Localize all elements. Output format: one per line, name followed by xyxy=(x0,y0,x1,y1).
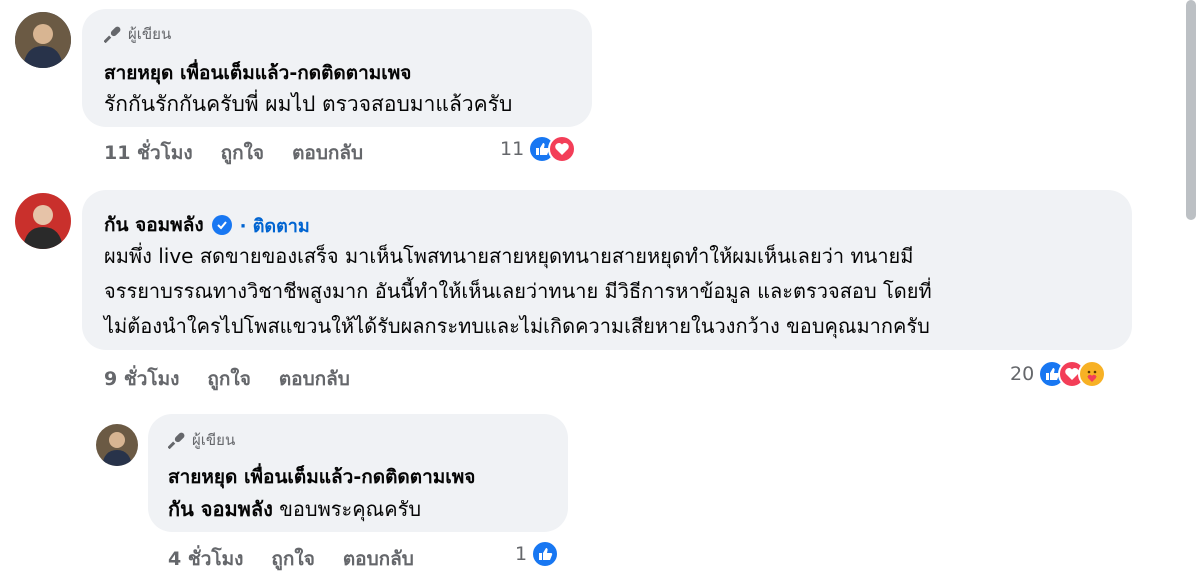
microphone-icon xyxy=(168,432,185,449)
thumbs-up-icon xyxy=(531,540,560,568)
reaction-count: 20 xyxy=(1010,363,1035,385)
comment-time[interactable]: 4 ชั่วโมง xyxy=(168,544,243,574)
comment-actions: 9 ชั่วโมง ถูกใจ ตอบกลับ xyxy=(104,364,378,394)
comment-text-line: ผมพึ่ง live สดขายของเสร็จ มาเห็นโพสทนายส… xyxy=(104,244,914,268)
comment-author[interactable]: สายหยุด เพื่อนเต็มแล้ว-กดติดตามเพจ xyxy=(104,58,411,88)
reply-button[interactable]: ตอบกลับ xyxy=(343,544,414,574)
scrollbar[interactable] xyxy=(1186,0,1196,220)
person-icon xyxy=(15,193,71,249)
reaction-summary[interactable]: 11 xyxy=(500,135,577,163)
reply-button[interactable]: ตอบกลับ xyxy=(292,138,363,168)
reaction-count: 1 xyxy=(515,543,528,565)
heart-icon xyxy=(548,135,577,163)
comment-time[interactable]: 11 ชั่วโมง xyxy=(104,138,193,168)
microphone-icon xyxy=(104,26,121,43)
comment-text-line: ไม่ต้องนำใครไปโพสแขวนให้ได้รับผลกระทบและ… xyxy=(104,314,930,338)
author-badge-label: ผู้เขียน xyxy=(128,25,172,43)
comment-author: กัน จอมพลัง · ติดตาม xyxy=(104,210,310,240)
like-button[interactable]: ถูกใจ xyxy=(221,138,264,168)
avatar[interactable] xyxy=(15,193,71,249)
comment-author-name[interactable]: กัน จอมพลัง xyxy=(104,210,204,240)
author-badge-label: ผู้เขียน xyxy=(192,431,236,449)
reply-button[interactable]: ตอบกลับ xyxy=(279,364,350,394)
follow-link[interactable]: · ติดตาม xyxy=(240,211,310,240)
comment-text-body: ขอบพระคุณครับ xyxy=(279,497,422,521)
comment-text: กัน จอมพลัง ขอบพระคุณครับ xyxy=(168,493,421,525)
avatar[interactable] xyxy=(96,424,138,466)
comment-author[interactable]: สายหยุด เพื่อนเต็มแล้ว-กดติดตามเพจ xyxy=(168,462,475,492)
avatar[interactable] xyxy=(15,12,71,68)
comment-text-line: จรรยาบรรณทางวิชาชีพสูงมาก อันนี้ทำให้เห็… xyxy=(104,279,932,303)
comment-actions: 11 ชั่วโมง ถูกใจ ตอบกลับ xyxy=(104,138,391,168)
like-button[interactable]: ถูกใจ xyxy=(207,364,250,394)
reaction-summary[interactable]: 20 xyxy=(1010,360,1107,388)
author-badge: ผู้เขียน xyxy=(168,428,235,452)
comment-text: รักกันรักกันครับพี่ ผมไป ตรวจสอบมาแล้วคร… xyxy=(104,92,513,116)
like-button[interactable]: ถูกใจ xyxy=(271,544,314,574)
person-icon xyxy=(96,424,138,466)
reaction-count: 11 xyxy=(500,138,525,160)
care-emoji-icon xyxy=(1078,360,1107,388)
author-badge: ผู้เขียน xyxy=(104,22,171,46)
verified-check-icon xyxy=(211,215,232,235)
comment-time[interactable]: 9 ชั่วโมง xyxy=(104,364,179,394)
comment-actions: 4 ชั่วโมง ถูกใจ ตอบกลับ xyxy=(168,544,442,574)
person-icon xyxy=(15,12,71,68)
reaction-summary[interactable]: 1 xyxy=(515,540,560,568)
mention-link[interactable]: กัน จอมพลัง xyxy=(168,497,273,521)
